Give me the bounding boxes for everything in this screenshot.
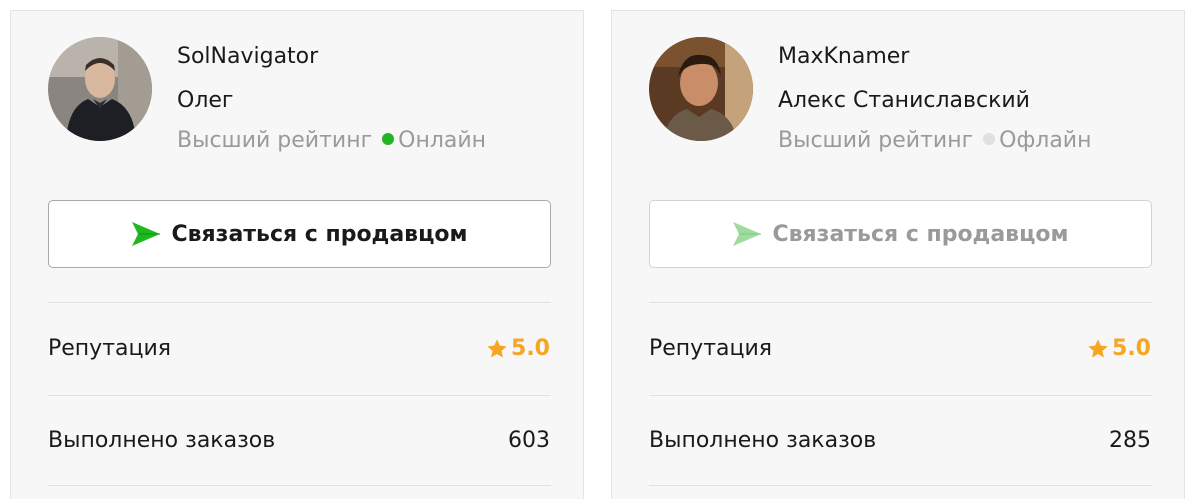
divider	[48, 395, 551, 396]
orders-value: 603	[508, 428, 550, 453]
star-icon	[486, 338, 508, 360]
status-dot-icon	[983, 133, 996, 145]
status-label: Онлайн	[398, 128, 487, 153]
seller-meta: Высший рейтинг Онлайн	[177, 128, 486, 153]
contact-seller-button[interactable]: Связаться с продавцом	[649, 200, 1152, 268]
seller-avatar[interactable]	[48, 37, 152, 141]
contact-seller-label: Связаться с продавцом	[171, 221, 468, 247]
seller-username[interactable]: SolNavigator	[177, 44, 318, 69]
reputation-score: 5.0	[511, 336, 550, 361]
divider	[649, 485, 1152, 486]
seller-card: MaxKnamer Алекс Станиславский Высший рей…	[611, 10, 1185, 499]
seller-full-name: Алекс Станиславский	[778, 88, 1030, 113]
reputation-score: 5.0	[1112, 336, 1151, 361]
send-icon	[732, 221, 762, 247]
reputation-label: Репутация	[649, 336, 773, 361]
rating-badge: Высший рейтинг	[778, 128, 974, 153]
contact-seller-label: Связаться с продавцом	[772, 221, 1069, 247]
send-icon	[131, 221, 161, 247]
seller-avatar[interactable]	[649, 37, 753, 141]
orders-label: Выполнено заказов	[48, 428, 276, 453]
seller-card: SolNavigator Олег Высший рейтинг Онлайн С…	[10, 10, 584, 499]
orders-label: Выполнено заказов	[649, 428, 877, 453]
divider	[649, 395, 1152, 396]
contact-seller-button[interactable]: Связаться с продавцом	[48, 200, 551, 268]
reputation-value: 5.0	[1087, 336, 1151, 361]
divider	[649, 302, 1152, 303]
seller-meta: Высший рейтинг Офлайн	[778, 128, 1092, 153]
status-label: Офлайн	[999, 128, 1092, 153]
reputation-value: 5.0	[486, 336, 550, 361]
seller-username[interactable]: MaxKnamer	[778, 44, 909, 69]
divider	[48, 302, 551, 303]
rating-badge: Высший рейтинг	[177, 128, 373, 153]
reputation-label: Репутация	[48, 336, 172, 361]
divider	[48, 485, 551, 486]
orders-value: 285	[1109, 428, 1151, 453]
status-dot-icon	[382, 133, 395, 145]
star-icon	[1087, 338, 1109, 360]
seller-full-name: Олег	[177, 88, 234, 113]
